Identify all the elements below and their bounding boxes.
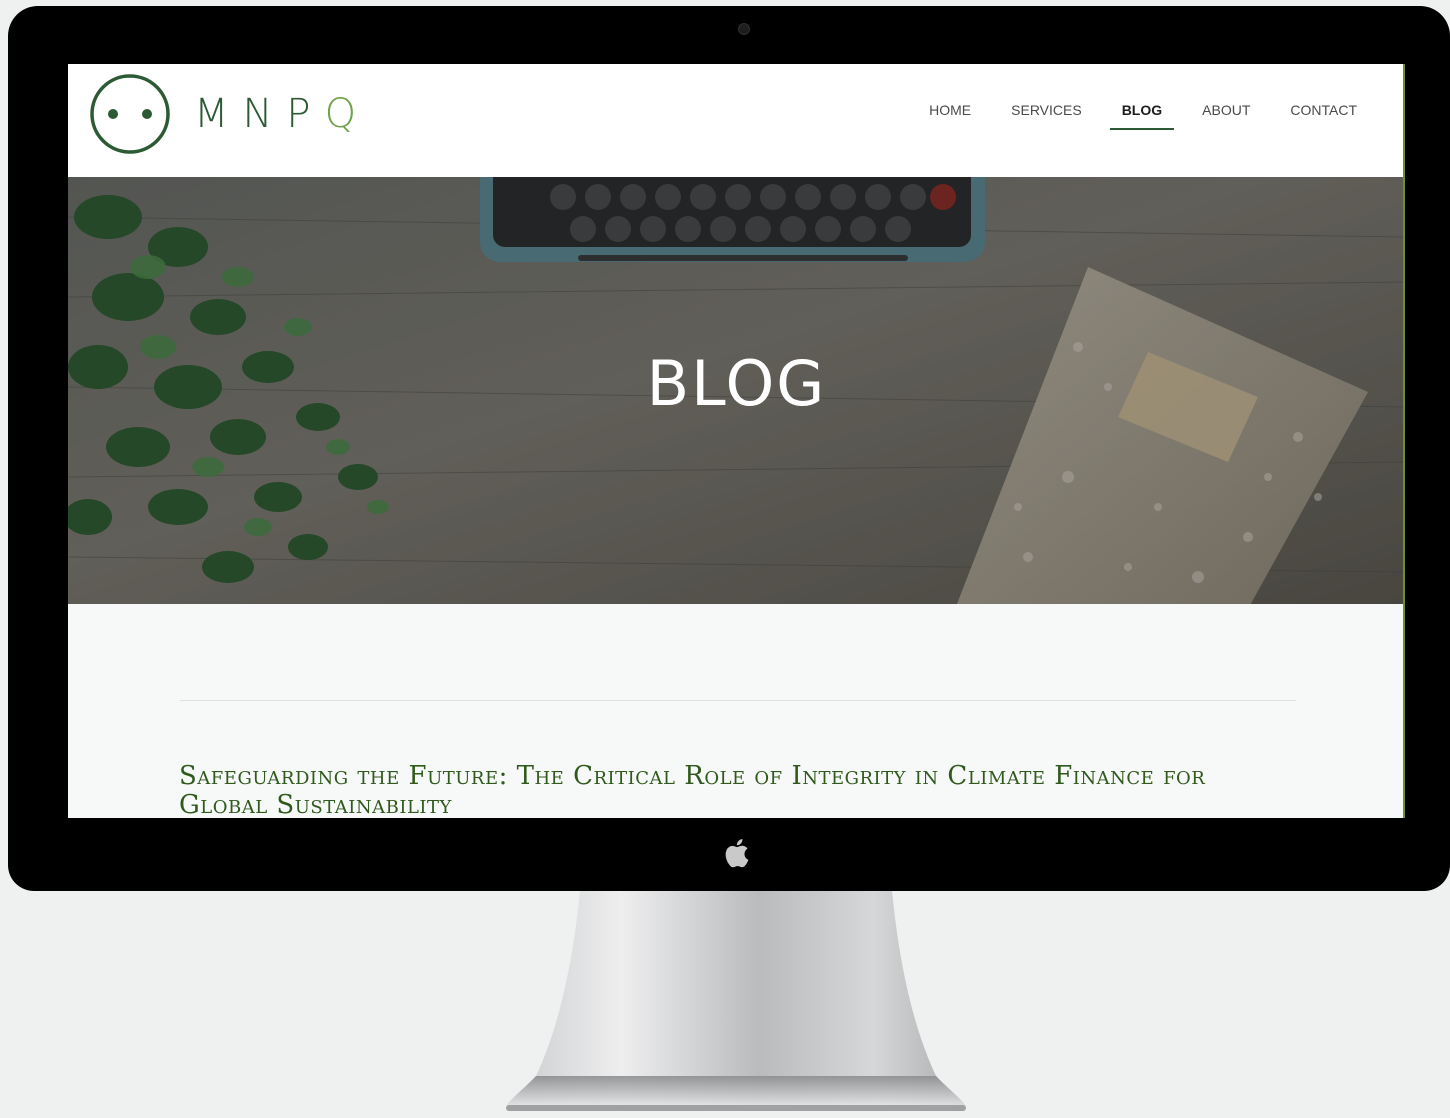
site-header: MNPQ HOME SERVICES BLOG ABOUT CONTACT [68,64,1403,177]
main-nav: HOME SERVICES BLOG ABOUT CONTACT [929,102,1357,130]
nav-item-about[interactable]: ABOUT [1202,102,1250,128]
face-circle-logo-icon [90,74,170,154]
website-screen: MNPQ HOME SERVICES BLOG ABOUT CONTACT BL… [68,64,1405,818]
apple-logo-icon [725,839,749,868]
monitor-stand [506,891,966,1111]
nav-item-services[interactable]: SERVICES [1011,102,1082,128]
site-logo[interactable]: MNPQ [88,72,370,156]
post-title-link[interactable]: Safeguarding the Future: The Critical Ro… [179,762,1289,819]
monitor-mockup: MNPQ HOME SERVICES BLOG ABOUT CONTACT BL… [0,0,1450,1118]
hero-banner: BLOG [68,177,1403,604]
camera-icon [738,23,750,35]
hero-title: BLOG [646,347,827,420]
nav-item-contact[interactable]: CONTACT [1290,102,1357,128]
content-divider [180,700,1296,701]
nav-item-home[interactable]: HOME [929,102,971,128]
nav-item-blog[interactable]: BLOG [1109,102,1175,130]
logo-wordmark: MNPQ [194,91,371,137]
